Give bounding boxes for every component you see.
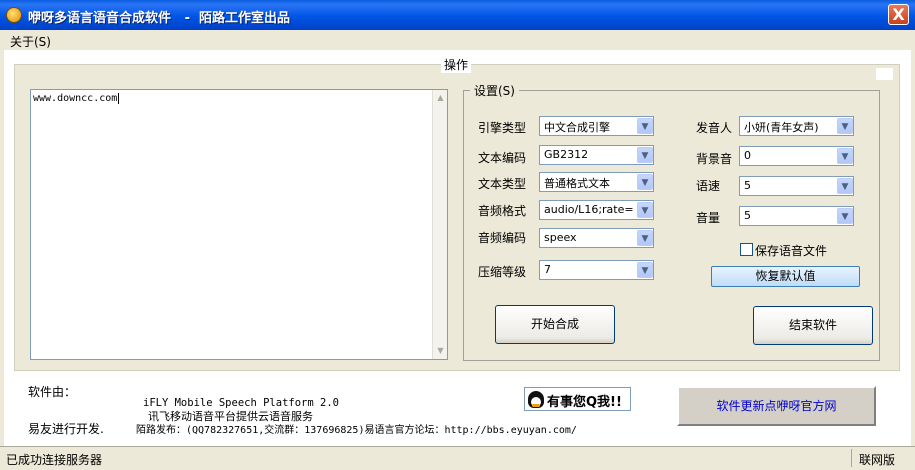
save-audio-checkbox[interactable] <box>740 243 753 256</box>
status-bar <box>0 446 915 470</box>
chevron-down-icon[interactable]: ▼ <box>837 148 853 164</box>
qq-contact-button[interactable]: 有事您Q我!! <box>524 387 631 411</box>
speed-select[interactable]: 5 ▼ <box>739 176 854 196</box>
text-scrollbar[interactable]: ▲ ▼ <box>432 90 447 359</box>
status-mode: 联网版 <box>859 453 896 467</box>
chevron-down-icon[interactable]: ▼ <box>637 230 653 246</box>
made-by-label: 软件由： <box>28 385 77 399</box>
audio-format-select[interactable]: audio/L16;rate= ▼ <box>539 200 654 220</box>
volume-select[interactable]: 5 ▼ <box>739 206 854 226</box>
chevron-down-icon[interactable]: ▼ <box>637 202 653 218</box>
operations-legend: 操作 <box>441 56 472 73</box>
audio-format-value: audio/L16;rate= <box>544 203 634 216</box>
chevron-down-icon[interactable]: ▼ <box>637 118 653 134</box>
window-title: 咿呀多语言语音合成软件 - 陌路工作室出品 <box>28 11 291 26</box>
speed-label: 语速 <box>696 179 721 193</box>
speed-value: 5 <box>744 179 751 192</box>
save-audio-label[interactable]: 保存语音文件 <box>755 242 827 259</box>
status-text: 已成功连接服务器 <box>6 453 103 467</box>
volume-value: 5 <box>744 209 751 222</box>
bg-sound-label: 背景音 <box>696 152 733 166</box>
chevron-down-icon[interactable]: ▼ <box>837 118 853 134</box>
audio-codec-select[interactable]: speex ▼ <box>539 228 654 248</box>
exit-button[interactable]: 结束软件 <box>753 306 873 345</box>
settings-legend: 设置(S) <box>470 82 519 99</box>
compression-select[interactable]: 7 ▼ <box>539 260 654 280</box>
app-icon <box>6 7 22 23</box>
bg-sound-value: 0 <box>744 149 751 162</box>
engine-type-value: 中文合成引擎 <box>544 121 610 134</box>
engine-type-label: 引擎类型 <box>478 121 527 135</box>
text-type-label: 文本类型 <box>478 177 527 191</box>
chevron-down-icon[interactable]: ▼ <box>837 208 853 224</box>
qq-label: 有事您Q我!! <box>547 395 622 410</box>
speaker-select[interactable]: 小妍(青年女声) ▼ <box>739 116 854 136</box>
menu-bar <box>0 30 915 50</box>
compression-value: 7 <box>544 263 551 276</box>
chevron-down-icon[interactable]: ▼ <box>637 174 653 190</box>
text-type-value: 普通格式文本 <box>544 177 610 190</box>
chevron-down-icon[interactable]: ▼ <box>637 147 653 163</box>
text-content: www.downcc.com <box>33 93 118 104</box>
dev-text: 易友进行开发. <box>28 422 104 436</box>
menu-item-about[interactable]: 关于(S) <box>10 33 51 50</box>
scroll-down-icon[interactable]: ▼ <box>433 344 448 358</box>
speaker-label: 发音人 <box>696 121 733 135</box>
text-encoding-select[interactable]: GB2312 ▼ <box>539 145 654 165</box>
text-encoding-label: 文本编码 <box>478 151 527 165</box>
text-input-area[interactable]: www.downcc.com <box>30 89 448 360</box>
chevron-down-icon[interactable]: ▼ <box>637 262 653 278</box>
speaker-value: 小妍(青年女声) <box>744 121 819 134</box>
publish-text: 陌路发布：(QQ782327651,交流群：137696825)易语言官方论坛：… <box>136 425 577 436</box>
status-divider <box>851 449 852 467</box>
restore-defaults-button[interactable]: 恢复默认值 <box>711 266 860 287</box>
audio-codec-label: 音频编码 <box>478 231 527 245</box>
volume-label: 音量 <box>696 211 721 225</box>
audio-format-label: 音频格式 <box>478 204 527 218</box>
text-type-select[interactable]: 普通格式文本 ▼ <box>539 172 654 192</box>
text-encoding-value: GB2312 <box>544 148 589 161</box>
update-website-button[interactable]: 软件更新点咿呀官方网 <box>677 386 876 426</box>
compression-label: 压缩等级 <box>478 265 527 279</box>
audio-codec-value: speex <box>544 231 577 244</box>
start-synthesis-button[interactable]: 开始合成 <box>495 305 615 344</box>
penguin-icon <box>528 391 544 408</box>
close-button[interactable]: X <box>888 4 909 25</box>
engine-type-select[interactable]: 中文合成引擎 ▼ <box>539 116 654 136</box>
scroll-up-icon[interactable]: ▲ <box>433 91 448 105</box>
chevron-down-icon[interactable]: ▼ <box>837 178 853 194</box>
bg-sound-select[interactable]: 0 ▼ <box>739 146 854 166</box>
corner-box <box>876 68 893 80</box>
